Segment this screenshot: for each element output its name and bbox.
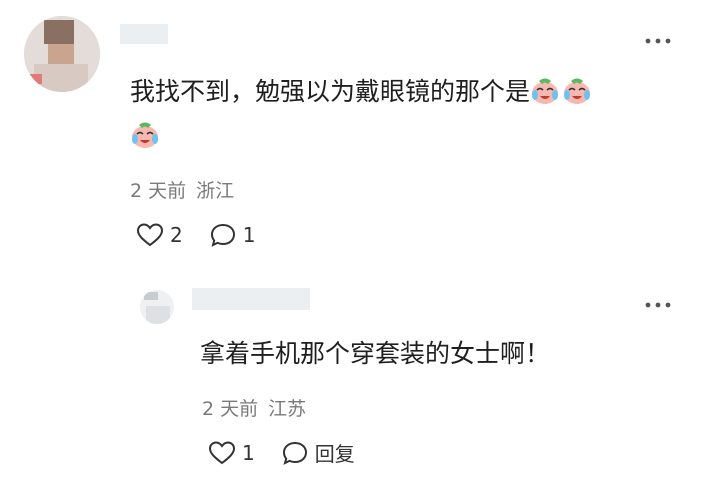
like-count: 1 [242, 440, 255, 465]
crying-laughing-emoji-icon [130, 119, 160, 148]
more-options-icon[interactable] [644, 292, 672, 312]
comment-text: 我找不到，勉强以为戴眼镜的那个是 [130, 70, 670, 158]
comment-bubble-icon [282, 441, 307, 465]
username-blurred[interactable] [192, 288, 310, 310]
avatar[interactable] [24, 16, 100, 92]
like-button[interactable]: 2 [136, 222, 183, 248]
crying-laughing-emoji-icon [562, 75, 592, 104]
timestamp: 2 天前 [130, 180, 187, 202]
like-count: 2 [170, 223, 183, 247]
username-blurred[interactable] [120, 24, 168, 44]
reply-item: 拿着手机那个穿套装的女士啊！ 2 天前 江苏 1 回复 [0, 270, 708, 478]
comment-meta: 2 天前 江苏 [202, 394, 306, 421]
comment-meta: 2 天前 浙江 [130, 176, 234, 203]
reply-button[interactable]: 回复 [281, 438, 355, 467]
reply-button[interactable]: 1 [209, 222, 256, 248]
avatar[interactable] [140, 290, 174, 324]
location: 浙江 [196, 180, 235, 202]
like-button[interactable]: 1 [208, 440, 255, 466]
comment-item: 我找不到，勉强以为戴眼镜的那个是 2 天前 浙江 2 1 [0, 0, 708, 270]
more-options-icon[interactable] [644, 28, 672, 48]
reply-text: 拿着手机那个穿套装的女士啊！ [200, 339, 551, 368]
location: 江苏 [268, 398, 307, 420]
heart-icon [208, 440, 236, 464]
timestamp: 2 天前 [202, 398, 259, 420]
reply-label: 回复 [314, 442, 355, 466]
comment-bubble-icon [210, 223, 235, 247]
reply-count: 1 [242, 223, 256, 247]
crying-laughing-emoji-icon [530, 75, 560, 104]
comment-actions: 1 回复 [208, 438, 381, 467]
comment-text-content: 我找不到，勉强以为戴眼镜的那个是 [130, 77, 531, 106]
heart-icon [136, 223, 164, 247]
comment-actions: 2 1 [136, 222, 281, 248]
